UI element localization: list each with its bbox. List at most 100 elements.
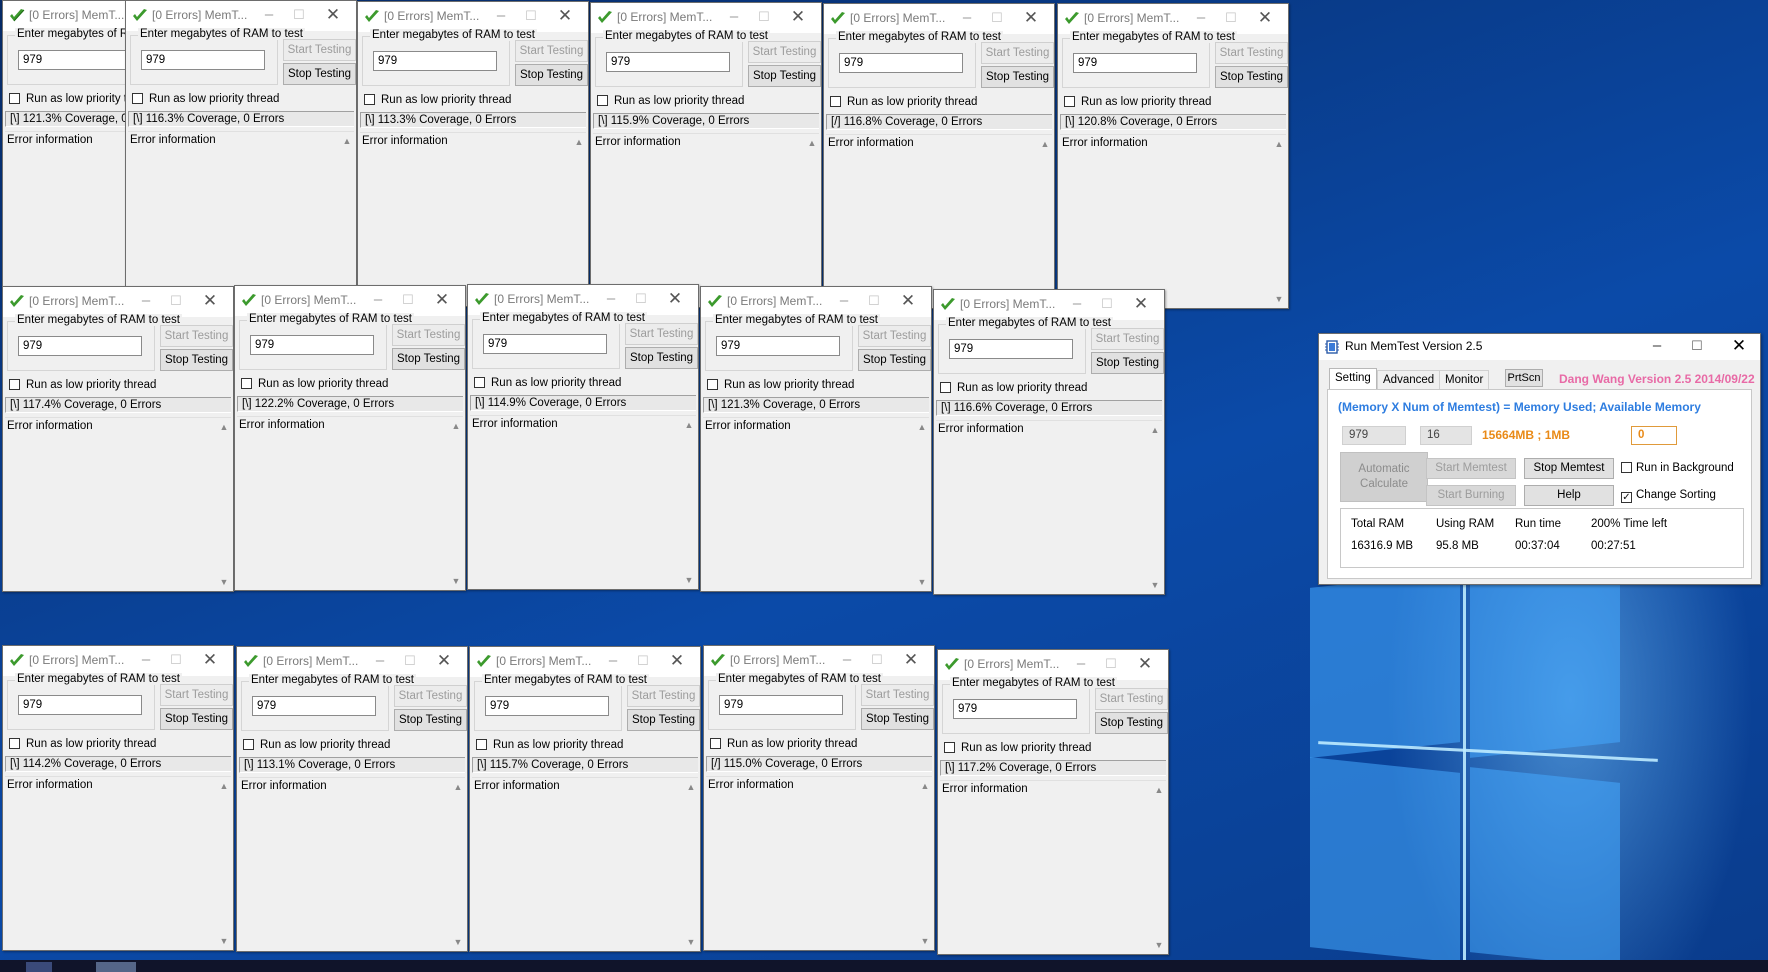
ram-input[interactable] — [839, 53, 963, 73]
tab-monitor[interactable]: Monitor — [1439, 370, 1490, 389]
scroll-down-icon[interactable]: ▼ — [1272, 292, 1286, 306]
error-info-area[interactable]: Error information ▲▼ — [826, 134, 1052, 306]
title-bar[interactable]: [0 Errors] MemT... – ☐ ✕ — [3, 287, 233, 317]
ram-input[interactable] — [485, 696, 609, 716]
ram-input[interactable] — [250, 335, 374, 355]
stop-testing-button[interactable]: Stop Testing — [1215, 66, 1288, 88]
close-icon[interactable]: ✕ — [897, 291, 919, 311]
scroll-down-icon[interactable]: ▼ — [682, 573, 696, 587]
scroll-up-icon[interactable]: ▲ — [1152, 783, 1166, 797]
checkbox-box[interactable] — [940, 382, 951, 393]
close-icon[interactable]: ✕ — [199, 291, 221, 311]
error-info-area[interactable]: Error information ▲▼ — [5, 776, 231, 948]
minimize-icon[interactable]: – — [833, 291, 855, 311]
scroll-down-icon[interactable]: ▼ — [684, 935, 698, 949]
scroll-down-icon[interactable]: ▼ — [1148, 578, 1162, 592]
checkbox-box[interactable] — [474, 377, 485, 388]
start-testing-button[interactable]: Start Testing — [1215, 42, 1288, 64]
scroll-down-icon[interactable]: ▼ — [449, 574, 463, 588]
ram-per-instance-field[interactable]: 979 — [1342, 426, 1406, 445]
title-bar[interactable]: [0 Errors] MemT... – ☐ ✕ — [235, 286, 465, 316]
stop-testing-button[interactable]: Stop Testing — [392, 348, 465, 370]
start-testing-button[interactable]: Start Testing — [515, 40, 588, 62]
close-icon[interactable]: ✕ — [554, 6, 576, 26]
low-priority-checkbox[interactable]: Run as low priority thread — [597, 95, 744, 109]
maximize-icon[interactable]: ☐ — [1686, 336, 1708, 356]
memtest-window[interactable]: [0 Errors] MemT... – ☐ ✕ Enter megabytes… — [937, 649, 1169, 955]
memtest-window[interactable]: [0 Errors] MemT... – ☐ ✕ Enter megabytes… — [357, 1, 589, 307]
minimize-icon[interactable]: – — [600, 289, 622, 309]
stop-testing-button[interactable]: Stop Testing — [858, 349, 931, 371]
scroll-down-icon[interactable]: ▼ — [217, 934, 231, 948]
close-icon[interactable]: ✕ — [666, 651, 688, 671]
error-info-area[interactable]: Error information ▲▼ — [239, 777, 465, 949]
low-priority-checkbox[interactable]: Run as low priority thread — [474, 377, 621, 391]
maximize-icon[interactable]: ☐ — [1100, 654, 1122, 674]
scroll-up-icon[interactable]: ▲ — [805, 136, 819, 150]
ram-input[interactable] — [18, 695, 142, 715]
checkbox-box[interactable] — [1621, 462, 1632, 473]
title-bar[interactable]: [0 Errors] MemT... – ☐ ✕ — [468, 285, 698, 315]
start-burning-button[interactable]: Start Burning — [1426, 485, 1516, 506]
scrollbar[interactable]: ▲▼ — [1038, 135, 1052, 306]
minimize-icon[interactable]: – — [1070, 654, 1092, 674]
stop-testing-button[interactable]: Stop Testing — [160, 708, 233, 730]
stop-testing-button[interactable]: Stop Testing — [861, 708, 934, 730]
ram-input[interactable] — [18, 50, 142, 70]
close-icon[interactable]: ✕ — [787, 7, 809, 27]
scrollbar[interactable]: ▲▼ — [572, 133, 586, 304]
scrollbar[interactable]: ▲▼ — [805, 134, 819, 305]
low-priority-checkbox[interactable]: Run as low priority thread — [940, 382, 1087, 396]
minimize-icon[interactable]: – — [490, 6, 512, 26]
available-field[interactable]: 0 — [1631, 426, 1677, 445]
maximize-icon[interactable]: ☐ — [986, 8, 1008, 28]
scroll-down-icon[interactable]: ▼ — [1152, 938, 1166, 952]
error-info-area[interactable]: Error information ▲▼ — [472, 777, 698, 949]
low-priority-checkbox[interactable]: Run as low priority thread — [944, 742, 1091, 756]
change-sorting-checkbox[interactable]: Change Sorting — [1621, 489, 1716, 503]
checkbox-box[interactable] — [476, 739, 487, 750]
minimize-icon[interactable]: – — [836, 650, 858, 670]
stop-memtest-button[interactable]: Stop Memtest — [1524, 458, 1614, 479]
maximize-icon[interactable]: ☐ — [863, 291, 885, 311]
start-testing-button[interactable]: Start Testing — [625, 323, 698, 345]
memtest-window[interactable]: [0 Errors] MemT... – ☐ ✕ Enter megabytes… — [823, 3, 1055, 309]
error-info-area[interactable]: Error information ▲▼ — [470, 415, 696, 587]
scroll-down-icon[interactable]: ▼ — [451, 935, 465, 949]
scroll-down-icon[interactable]: ▼ — [915, 575, 929, 589]
close-icon[interactable]: ✕ — [1020, 8, 1042, 28]
taskbar-icon[interactable] — [26, 962, 52, 972]
title-bar[interactable]: Run MemTest Version 2.5 – ☐ ✕ — [1319, 334, 1760, 360]
close-icon[interactable]: ✕ — [431, 290, 453, 310]
scrollbar[interactable]: ▲▼ — [915, 418, 929, 589]
minimize-icon[interactable]: – — [723, 7, 745, 27]
title-bar[interactable]: [0 Errors] MemT... – ☐ ✕ — [237, 647, 467, 677]
scroll-down-icon[interactable]: ▼ — [217, 575, 231, 589]
memtest-window[interactable]: [0 Errors] MemT... – ☐ ✕ Enter megabytes… — [590, 2, 822, 308]
taskbar-icon[interactable] — [96, 962, 136, 972]
checkbox-box[interactable] — [364, 94, 375, 105]
memtest-window[interactable]: [0 Errors] MemT... – ☐ ✕ Enter megabytes… — [2, 645, 234, 951]
error-info-area[interactable]: Error information ▲▼ — [940, 780, 1166, 952]
low-priority-checkbox[interactable]: Run as low priority thread — [9, 379, 156, 393]
scroll-up-icon[interactable]: ▲ — [918, 779, 932, 793]
run-in-background-checkbox[interactable]: Run in Background — [1621, 462, 1734, 474]
low-priority-checkbox[interactable]: Run as low priority thread — [830, 96, 977, 110]
start-testing-button[interactable]: Start Testing — [861, 684, 934, 706]
ram-input[interactable] — [953, 699, 1077, 719]
checkbox-box[interactable] — [597, 95, 608, 106]
scroll-down-icon[interactable]: ▼ — [918, 934, 932, 948]
start-testing-button[interactable]: Start Testing — [981, 42, 1054, 64]
error-info-area[interactable]: Error information ▲▼ — [703, 417, 929, 589]
ram-input[interactable] — [716, 336, 840, 356]
start-testing-button[interactable]: Start Testing — [394, 685, 467, 707]
title-bar[interactable]: [0 Errors] MemT... – ☐ ✕ — [934, 290, 1164, 320]
scrollbar[interactable]: ▲▼ — [340, 132, 354, 303]
automatic-calculate-button[interactable]: Automatic Calculate — [1340, 452, 1428, 502]
checkbox-box[interactable] — [944, 742, 955, 753]
ram-input[interactable] — [373, 51, 497, 71]
checkbox-box[interactable] — [132, 93, 143, 104]
ram-input[interactable] — [252, 696, 376, 716]
scroll-up-icon[interactable]: ▲ — [1038, 137, 1052, 151]
scroll-up-icon[interactable]: ▲ — [572, 135, 586, 149]
